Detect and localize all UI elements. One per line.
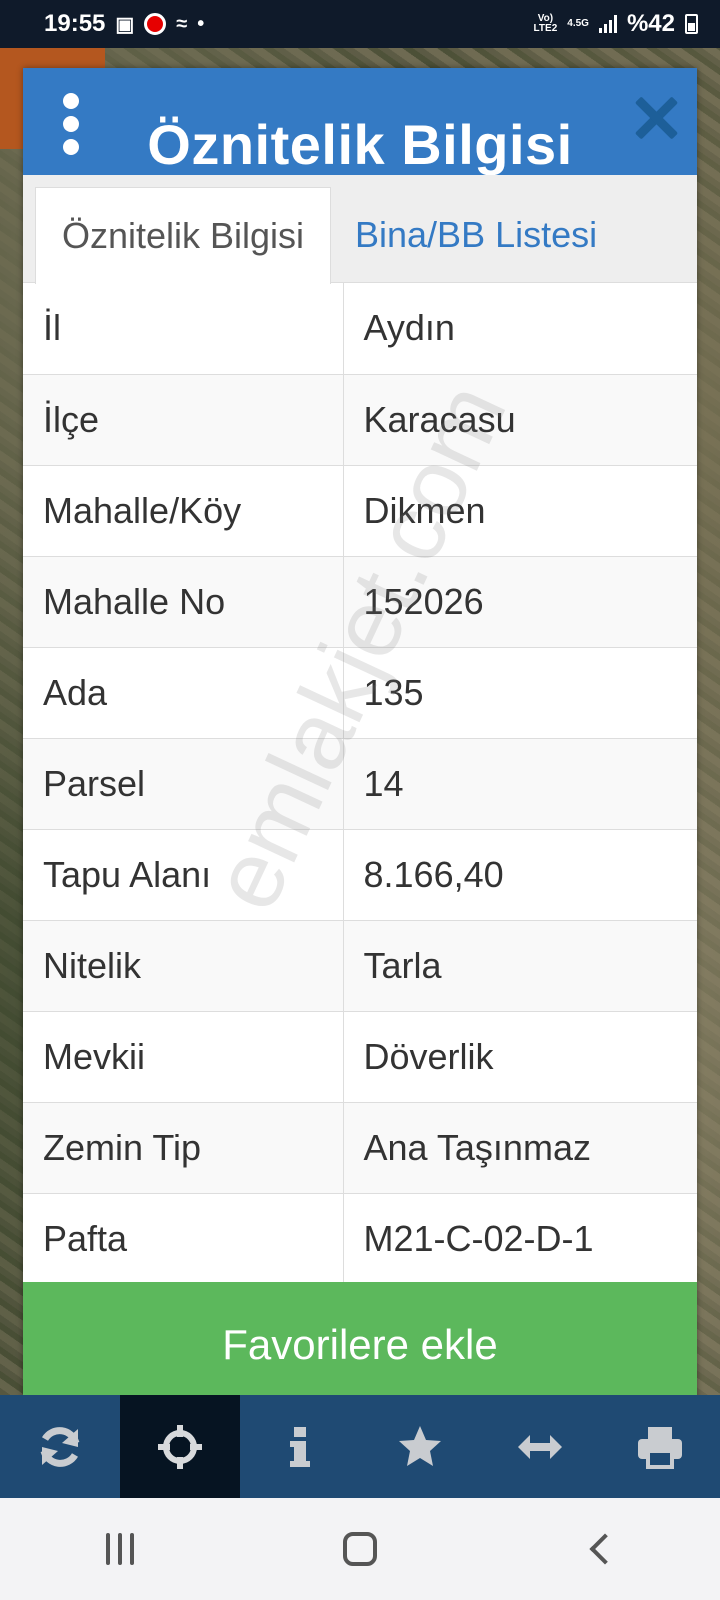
favorites-button[interactable] bbox=[360, 1395, 480, 1498]
table-row: Parsel 14 bbox=[23, 738, 697, 830]
recents-icon bbox=[106, 1533, 134, 1565]
row-value: 8.166,40 bbox=[343, 829, 697, 921]
tab-attribute-info[interactable]: Öznitelik Bilgisi bbox=[35, 187, 331, 284]
clock: 19:55 bbox=[44, 10, 106, 37]
row-key: Pafta bbox=[23, 1193, 344, 1285]
print-icon bbox=[638, 1426, 682, 1469]
crosshair-icon bbox=[158, 1424, 202, 1469]
table-row: Ada 135 bbox=[23, 647, 697, 739]
row-value: Ana Taşınmaz bbox=[343, 1102, 697, 1194]
refresh-icon bbox=[40, 1426, 80, 1467]
row-value: M21-C-02-D-1 bbox=[343, 1193, 697, 1285]
dialog-header: Öznitelik Bilgisi bbox=[23, 68, 697, 176]
close-icon[interactable] bbox=[633, 96, 677, 140]
table-row: Mahalle No 152026 bbox=[23, 556, 697, 648]
row-value: Aydın bbox=[343, 283, 697, 375]
signal-icon bbox=[598, 15, 617, 33]
row-value: Dikmen bbox=[343, 465, 697, 557]
row-value: 14 bbox=[343, 738, 697, 830]
home-button[interactable] bbox=[320, 1519, 400, 1579]
row-value: Karacasu bbox=[343, 374, 697, 466]
table-row: İlçe Karacasu bbox=[23, 374, 697, 466]
info-button[interactable] bbox=[240, 1395, 360, 1498]
resize-horizontal-icon bbox=[518, 1434, 562, 1459]
back-icon bbox=[589, 1533, 621, 1565]
home-icon bbox=[343, 1532, 377, 1566]
table-row: Nitelik Tarla bbox=[23, 920, 697, 1012]
row-key: Zemin Tip bbox=[23, 1102, 344, 1194]
row-value: 152026 bbox=[343, 556, 697, 648]
print-button[interactable] bbox=[600, 1395, 720, 1498]
table-row: Tapu Alanı 8.166,40 bbox=[23, 829, 697, 921]
refresh-button[interactable] bbox=[0, 1395, 120, 1498]
cast-icon: ≈ bbox=[176, 12, 188, 35]
row-key: Mahalle No bbox=[23, 556, 344, 648]
add-to-favorites-button[interactable]: Favorilere ekle bbox=[23, 1282, 697, 1408]
battery-icon bbox=[685, 14, 698, 34]
table-row: Pafta M21-C-02-D-1 bbox=[23, 1193, 697, 1285]
battery-percent: %42 bbox=[626, 10, 675, 37]
system-navigation-bar bbox=[0, 1498, 720, 1600]
locate-button[interactable] bbox=[120, 1395, 240, 1498]
row-value: Döverlik bbox=[343, 1011, 697, 1103]
back-button[interactable] bbox=[560, 1519, 640, 1579]
row-key: İlçe bbox=[23, 374, 344, 466]
row-key: Ada bbox=[23, 647, 344, 739]
row-key: Mevkii bbox=[23, 1011, 344, 1103]
tab-bar: Öznitelik Bilgisi Bina/BB Listesi bbox=[23, 175, 697, 284]
row-key: Nitelik bbox=[23, 920, 344, 1012]
tab-building-list[interactable]: Bina/BB Listesi bbox=[355, 187, 597, 283]
bottom-toolbar bbox=[0, 1395, 720, 1498]
table-row: Mahalle/Köy Dikmen bbox=[23, 465, 697, 557]
dot-icon: • bbox=[197, 12, 205, 35]
volte-indicator: Vo) LTE2 bbox=[533, 13, 558, 34]
attribute-dialog: Öznitelik Bilgisi Öznitelik Bilgisi Bina… bbox=[23, 68, 697, 1408]
attribute-table: İl Aydın İlçe Karacasu Mahalle/Köy Dikmen M… bbox=[23, 283, 697, 1285]
network-type: 4.5G bbox=[567, 18, 589, 29]
row-value: 135 bbox=[343, 647, 697, 739]
vodafone-icon bbox=[144, 13, 167, 35]
recents-button[interactable] bbox=[80, 1519, 160, 1579]
info-icon bbox=[290, 1426, 310, 1467]
row-key: Tapu Alanı bbox=[23, 829, 344, 921]
row-key: Parsel bbox=[23, 738, 344, 830]
gallery-icon: ▣ bbox=[115, 13, 135, 36]
row-key: Mahalle/Köy bbox=[23, 465, 344, 557]
dialog-title: Öznitelik Bilgisi bbox=[147, 113, 573, 176]
table-row: Mevkii Döverlik bbox=[23, 1011, 697, 1103]
star-icon bbox=[399, 1425, 441, 1466]
row-value: Tarla bbox=[343, 920, 697, 1012]
measure-button[interactable] bbox=[480, 1395, 600, 1498]
status-bar: 19:55 ▣ ≈ • Vo) LTE2 4.5G %42 bbox=[0, 0, 720, 48]
row-key: İl bbox=[23, 283, 344, 375]
table-row: İl Aydın bbox=[23, 283, 697, 375]
table-row: Zemin Tip Ana Taşınmaz bbox=[23, 1102, 697, 1194]
